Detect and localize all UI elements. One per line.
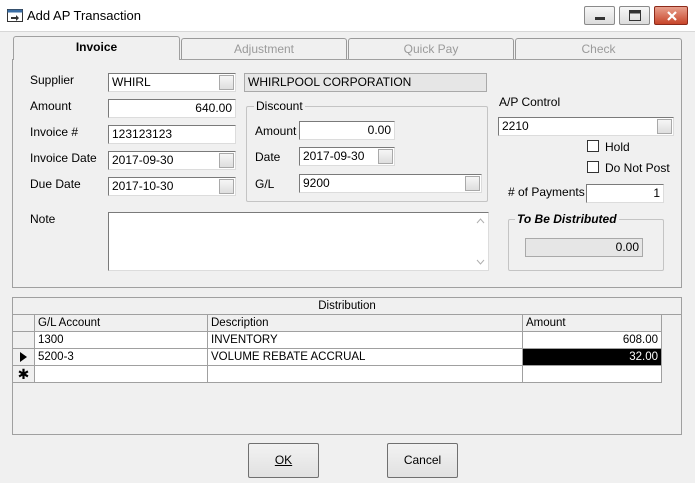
table-cell-gl[interactable]: [35, 366, 208, 383]
supplier-combo[interactable]: WHIRL: [108, 73, 236, 92]
column-header-gl-account[interactable]: G/L Account: [35, 315, 208, 332]
due-date-picker[interactable]: 2017-10-30: [108, 177, 236, 196]
new-row-selector[interactable]: ✱: [13, 366, 35, 383]
table-cell-gl[interactable]: 1300: [35, 332, 208, 349]
tab-check[interactable]: Check: [515, 38, 682, 59]
tab-invoice[interactable]: Invoice: [13, 36, 180, 60]
ap-control-dropdown-button[interactable]: [657, 119, 672, 134]
ap-control-combo[interactable]: 2210: [498, 117, 674, 136]
cancel-button[interactable]: Cancel: [387, 443, 458, 478]
ok-button[interactable]: OK: [248, 443, 319, 478]
supplier-code-value: WHIRL: [112, 75, 151, 89]
due-date-value: 2017-10-30: [112, 179, 174, 193]
invoice-date-dropdown-button[interactable]: [219, 153, 234, 168]
table-cell-description[interactable]: VOLUME REBATE ACCRUAL: [208, 349, 523, 366]
ap-control-value: 2210: [502, 119, 529, 133]
ok-label: OK: [274, 453, 293, 467]
supplier-dropdown-button[interactable]: [219, 75, 234, 90]
num-payments-label: # of Payments: [508, 185, 585, 199]
invoice-number-label: Invoice #: [30, 125, 79, 139]
table-cell-description[interactable]: INVENTORY: [208, 332, 523, 349]
title-bar: Add AP Transaction: [0, 0, 695, 32]
to-be-distributed-title: To Be Distributed: [515, 212, 619, 226]
discount-gl-combo[interactable]: 9200: [299, 174, 482, 193]
table-cell-amount[interactable]: 608.00: [523, 332, 662, 349]
discount-amount-label: Amount: [255, 124, 297, 138]
cancel-label: Cancel: [403, 453, 442, 467]
discount-amount-field[interactable]: 0.00: [299, 121, 395, 140]
column-header-amount[interactable]: Amount: [523, 315, 662, 332]
due-date-dropdown-button[interactable]: [219, 179, 234, 194]
distribution-title: Distribution: [13, 298, 681, 315]
ap-control-label: A/P Control: [499, 95, 561, 109]
current-row-arrow-icon: [20, 352, 27, 362]
minimize-button[interactable]: [584, 6, 615, 25]
invoice-date-label: Invoice Date: [30, 151, 97, 165]
row-selector[interactable]: [13, 349, 35, 366]
hold-checkbox[interactable]: [587, 140, 599, 152]
new-row-icon: ✱: [17, 366, 30, 382]
maximize-button[interactable]: [619, 6, 650, 25]
note-label: Note: [30, 212, 56, 226]
note-textarea[interactable]: [108, 212, 489, 271]
tab-quick-pay[interactable]: Quick Pay: [348, 38, 514, 59]
close-button[interactable]: [654, 6, 688, 25]
distribution-grid: Distribution G/L Account Description Amo…: [12, 297, 682, 435]
discount-date-dropdown-button[interactable]: [378, 149, 393, 164]
amount-label: Amount: [30, 99, 72, 113]
row-selector[interactable]: [13, 332, 35, 349]
app-icon: [7, 9, 23, 22]
hold-label: Hold: [605, 140, 630, 154]
table-cell-gl[interactable]: 5200-3: [35, 349, 208, 366]
table-cell-amount-selected[interactable]: 32.00: [523, 349, 662, 366]
do-not-post-checkbox[interactable]: [587, 161, 599, 173]
invoice-date-picker[interactable]: 2017-09-30: [108, 151, 236, 170]
discount-date-value: 2017-09-30: [303, 149, 365, 163]
scroll-down-icon[interactable]: [476, 259, 485, 265]
minimize-icon: [595, 17, 605, 20]
discount-group-title: Discount: [254, 99, 305, 113]
scroll-up-icon[interactable]: [476, 218, 485, 224]
do-not-post-label: Do Not Post: [605, 161, 670, 175]
maximize-icon: [629, 10, 641, 21]
row-header-corner: [13, 315, 35, 332]
invoice-number-field[interactable]: 123123123: [108, 125, 236, 144]
window-title: Add AP Transaction: [27, 8, 141, 23]
tab-adjustment[interactable]: Adjustment: [181, 38, 347, 59]
table-cell-amount[interactable]: [523, 366, 662, 383]
discount-date-label: Date: [255, 150, 281, 164]
column-header-description[interactable]: Description: [208, 315, 523, 332]
amount-field[interactable]: 640.00: [108, 99, 236, 118]
due-date-label: Due Date: [30, 177, 81, 191]
supplier-label: Supplier: [30, 73, 75, 87]
discount-date-picker[interactable]: 2017-09-30: [299, 147, 395, 166]
discount-gl-label: G/L: [255, 177, 275, 191]
discount-gl-dropdown-button[interactable]: [465, 176, 480, 191]
num-payments-field[interactable]: 1: [586, 184, 664, 203]
discount-gl-value: 9200: [303, 176, 330, 190]
table-cell-description[interactable]: [208, 366, 523, 383]
supplier-name-field: WHIRLPOOL CORPORATION: [244, 73, 487, 92]
close-icon: [667, 11, 677, 21]
invoice-date-value: 2017-09-30: [112, 153, 174, 167]
to-be-distributed-value: 0.00: [525, 238, 643, 257]
